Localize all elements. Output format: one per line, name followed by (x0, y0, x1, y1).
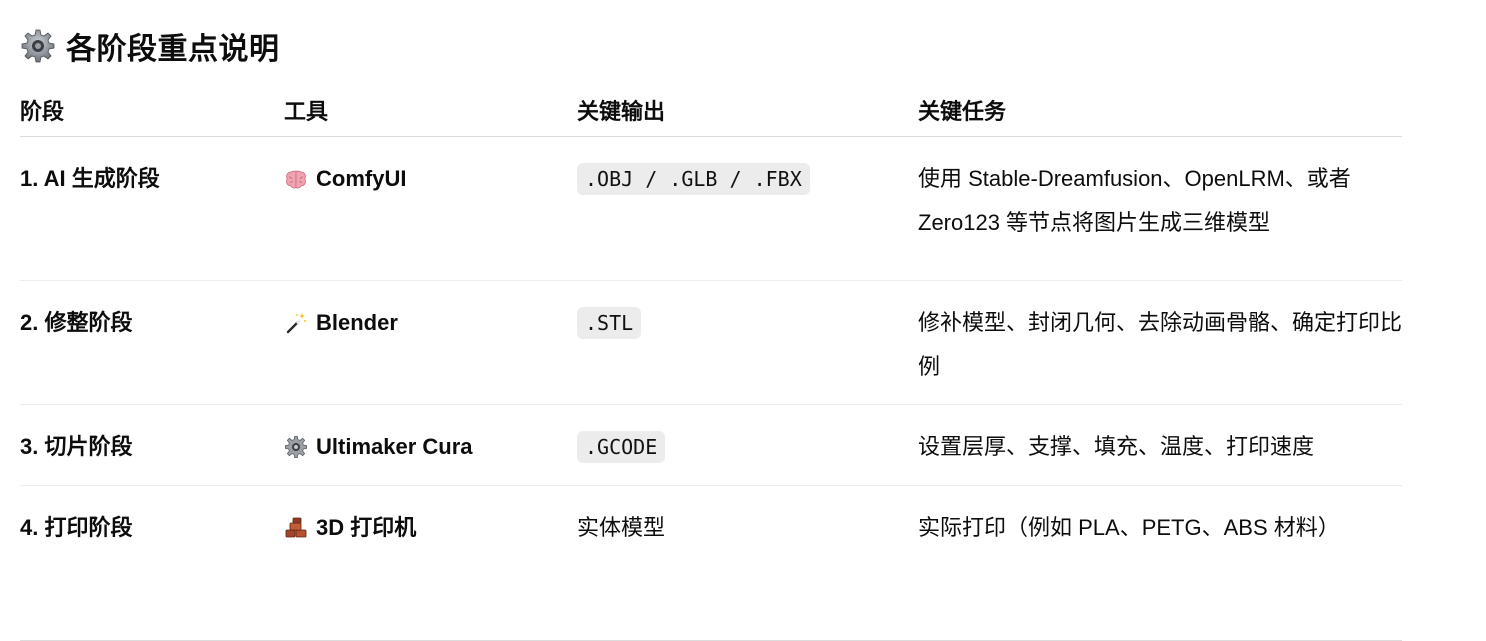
task-cell: 实际打印（例如 PLA、PETG、ABS 材料） (918, 485, 1402, 641)
gear-icon (20, 28, 56, 64)
task-cell: 使用 Stable-Dreamfusion、OpenLRM、或者 Zero123… (918, 136, 1402, 281)
column-header-output: 关键输出 (577, 84, 918, 137)
gear-icon (284, 435, 308, 459)
page-title: 各阶段重点说明 (66, 33, 280, 66)
tool-cell: Ultimaker Cura (284, 404, 577, 486)
output-cell: .OBJ / .GLB / .FBX (577, 136, 918, 281)
section-heading: 各阶段重点说明 (20, 22, 280, 70)
task-cell: 修补模型、封闭几何、去除动画骨骼、确定打印比例 (918, 280, 1402, 405)
output-format: .OBJ / .GLB / .FBX (577, 163, 810, 195)
tool-name: ComfyUI (316, 166, 407, 191)
stage-cell: 1. AI 生成阶段 (20, 136, 284, 281)
column-header-tool: 工具 (284, 84, 577, 137)
column-header-task: 关键任务 (918, 84, 1402, 137)
tool-name: Blender (316, 310, 398, 335)
output-format: .GCODE (577, 431, 666, 463)
output-cell: .STL (577, 280, 918, 405)
task-cell: 设置层厚、支撑、填充、温度、打印速度 (918, 404, 1402, 486)
table-header-row: 阶段 工具 关键输出 关键任务 (20, 84, 1402, 137)
table-row: 1. AI 生成阶段 ComfyUI .OBJ / .GLB / .FBX 使用… (20, 136, 1402, 281)
tool-cell: 3D 打印机 (284, 485, 577, 641)
tool-cell: ComfyUI (284, 136, 577, 281)
table-row: 4. 打印阶段 3D 打印机 实体模型 实际打印（例如 PLA、PETG、ABS… (20, 485, 1402, 641)
output-format: .STL (577, 307, 642, 339)
stages-table: 阶段 工具 关键输出 关键任务 1. AI 生成阶段 ComfyUI .OBJ … (20, 84, 1402, 641)
bricks-icon (284, 516, 308, 540)
output-cell: .GCODE (577, 404, 918, 486)
output-cell: 实体模型 (577, 485, 918, 641)
tool-cell: Blender (284, 280, 577, 405)
stage-cell: 2. 修整阶段 (20, 280, 284, 405)
stage-cell: 4. 打印阶段 (20, 485, 284, 641)
table-row: 3. 切片阶段 Ultimaker Cura .GCODE 设置层厚、支撑、填充… (20, 404, 1402, 486)
brain-icon (284, 167, 308, 191)
column-header-stage: 阶段 (20, 84, 284, 137)
tool-name: Ultimaker Cura (316, 434, 473, 459)
magic-wand-icon (284, 311, 308, 335)
tool-name: 3D 打印机 (316, 515, 417, 540)
stage-cell: 3. 切片阶段 (20, 404, 284, 486)
table-row: 2. 修整阶段 Blender .STL 修补模型、封闭几何、去除动画骨骼、确定… (20, 280, 1402, 405)
